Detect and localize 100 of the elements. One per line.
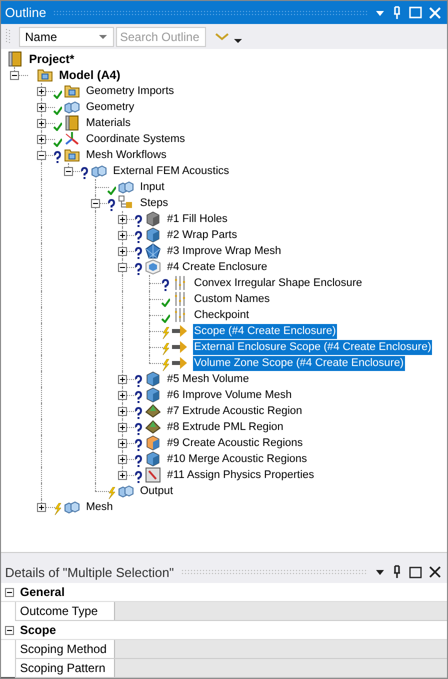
- expand-toggle[interactable]: [64, 167, 73, 176]
- close-icon[interactable]: [429, 566, 441, 578]
- tree-item[interactable]: #10 Merge Acoustic Regions: [166, 452, 308, 466]
- folder-icon: [37, 67, 53, 83]
- pyramid-icon: [145, 403, 161, 419]
- tree-item[interactable]: Volume Zone Scope (#4 Create Enclosure): [193, 356, 405, 370]
- book-icon: [64, 115, 80, 131]
- properties-icon: [145, 467, 161, 483]
- tree-item[interactable]: #5 Mesh Volume: [166, 372, 250, 386]
- expand-toggle[interactable]: [118, 375, 127, 384]
- group-heading: Scope: [20, 623, 56, 637]
- tree-item[interactable]: Output: [139, 484, 174, 498]
- tree-item[interactable]: #7 Extrude Acoustic Region: [166, 404, 304, 418]
- tree-item[interactable]: External FEM Acoustics: [112, 164, 230, 178]
- tree-item[interactable]: Geometry: [85, 100, 136, 114]
- tree-item[interactable]: #2 Wrap Parts: [166, 228, 238, 242]
- axes-icon: [64, 131, 80, 147]
- name-dropdown[interactable]: Name: [19, 26, 114, 46]
- tree-item[interactable]: Coordinate Systems: [85, 132, 186, 146]
- tree-item[interactable]: Geometry Imports: [85, 84, 176, 98]
- expand-toggle[interactable]: [10, 71, 19, 80]
- check-icon: [107, 185, 116, 195]
- expand-toggle[interactable]: [37, 503, 46, 512]
- question-icon: [134, 391, 143, 403]
- expand-toggle[interactable]: [37, 103, 46, 112]
- arrow-icon: [172, 339, 188, 355]
- lightning-icon: [53, 503, 62, 515]
- tree-item[interactable]: #4 Create Enclosure: [166, 260, 268, 274]
- hierarchy-icon: [118, 195, 134, 211]
- mesh-icon: [145, 243, 161, 259]
- tree-item[interactable]: #6 Improve Volume Mesh: [166, 388, 293, 402]
- pyramid-icon: [145, 419, 161, 435]
- expand-toggle[interactable]: [118, 215, 127, 224]
- bars-icon: [172, 307, 188, 323]
- search-field[interactable]: Search Outline: [116, 26, 206, 46]
- tree-item[interactable]: Convex Irregular Shape Enclosure: [193, 276, 364, 290]
- tree-item[interactable]: #11 Assign Physics Properties: [166, 468, 316, 482]
- tree-item[interactable]: #9 Create Acoustic Regions: [166, 436, 304, 450]
- expand-toggle[interactable]: [37, 87, 46, 96]
- question-icon: [134, 455, 143, 467]
- tree-item[interactable]: Mesh Workflows: [85, 148, 168, 162]
- question-icon: [134, 231, 143, 243]
- tree-item[interactable]: #1 Fill Holes: [166, 212, 229, 226]
- lightning-icon: [161, 359, 170, 371]
- expand-toggle[interactable]: [118, 231, 127, 240]
- bars-icon: [172, 275, 188, 291]
- expand-toggle[interactable]: [118, 471, 127, 480]
- tree-item[interactable]: Input: [139, 180, 166, 194]
- tree-item[interactable]: #8 Extrude PML Region: [166, 420, 284, 434]
- group-heading: General: [20, 585, 65, 599]
- lightning-icon: [161, 327, 170, 339]
- expand-toggle[interactable]: [37, 135, 46, 144]
- expand-toggle[interactable]: [118, 455, 127, 464]
- arrow-icon: [172, 323, 188, 339]
- tree-item[interactable]: Scope (#4 Create Enclosure): [193, 324, 337, 338]
- tree-item[interactable]: Custom Names: [193, 292, 271, 306]
- bars-icon: [172, 291, 188, 307]
- collapse-toggle[interactable]: [5, 588, 14, 596]
- panel-title: Outline: [5, 5, 46, 20]
- question-icon: [80, 167, 89, 179]
- lightning-icon: [107, 487, 116, 499]
- tree-item[interactable]: Project*: [28, 52, 76, 66]
- tree-item[interactable]: Materials: [85, 116, 132, 130]
- tree-item[interactable]: Checkpoint: [193, 308, 250, 322]
- question-icon: [134, 423, 143, 435]
- expand-toggle[interactable]: [91, 199, 100, 208]
- tree-item[interactable]: Mesh: [85, 500, 114, 514]
- tree-item[interactable]: External Enclosure Scope (#4 Create Enclosure): [193, 340, 432, 354]
- caret-icon[interactable]: [234, 39, 242, 44]
- tree-item[interactable]: Model (A4): [58, 68, 122, 82]
- pin-icon[interactable]: [392, 565, 402, 579]
- maximize-icon[interactable]: [409, 566, 422, 578]
- expand-toggle[interactable]: [37, 151, 46, 160]
- folder-icon: [64, 83, 80, 99]
- question-icon: [134, 471, 143, 483]
- arrow-icon: [172, 355, 188, 371]
- tree-item[interactable]: Steps: [139, 196, 170, 210]
- expand-toggle[interactable]: [118, 407, 127, 416]
- question-icon: [134, 407, 143, 419]
- caret-icon: [98, 34, 108, 40]
- lightning-icon: [161, 343, 170, 355]
- panel-title: Details of "Multiple Selection": [5, 564, 174, 580]
- tree-item[interactable]: #3 Improve Wrap Mesh: [166, 244, 282, 258]
- question-icon: [134, 263, 143, 275]
- book-icon: [7, 51, 23, 67]
- collapse-toggle[interactable]: [5, 626, 14, 634]
- question-icon: [134, 215, 143, 227]
- expand-toggle[interactable]: [37, 119, 46, 128]
- question-icon: [161, 279, 170, 291]
- expand-toggle[interactable]: [118, 247, 127, 256]
- question-icon: [134, 247, 143, 259]
- question-icon: [134, 439, 143, 451]
- dropdown-icon[interactable]: [375, 567, 385, 577]
- expand-toggle[interactable]: [118, 263, 127, 272]
- expand-toggle[interactable]: [118, 423, 127, 432]
- expand-toggle[interactable]: [118, 391, 127, 400]
- question-icon: [107, 199, 116, 211]
- expand-toggle[interactable]: [118, 439, 127, 448]
- question-icon: [134, 375, 143, 387]
- question-icon: [53, 151, 62, 163]
